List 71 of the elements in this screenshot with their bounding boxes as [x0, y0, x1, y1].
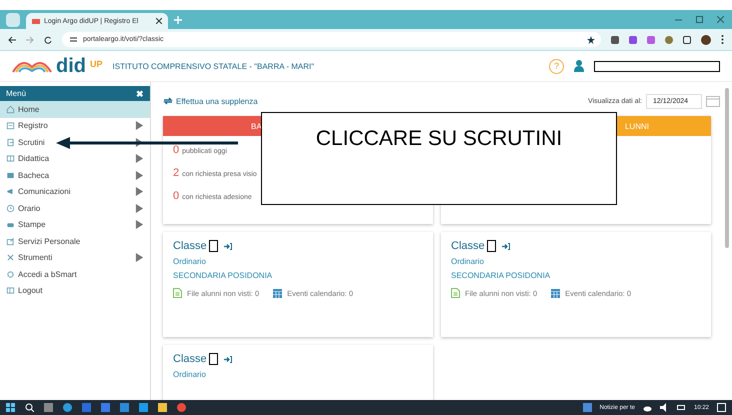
swap-icon: [163, 97, 173, 105]
extension-icon[interactable]: [647, 36, 655, 44]
count: 2: [173, 167, 180, 179]
document-icon: [173, 288, 182, 298]
menu-item[interactable]: Stampe: [0, 216, 150, 233]
windows-start-icon[interactable]: [6, 403, 15, 412]
redaction-box: [208, 240, 218, 252]
calendar-icon: [273, 288, 282, 298]
calendar-icon: [551, 288, 560, 298]
logo-text: did: [56, 54, 86, 78]
count: 0: [173, 144, 180, 156]
close-icon[interactable]: [156, 18, 162, 24]
menu-item[interactable]: Didattica: [0, 150, 150, 167]
clock-icon: [6, 204, 15, 213]
menu-item[interactable]: Servizi Personale: [0, 233, 150, 250]
school-name: ISTITUTO COMPRENSIVO STATALE - "BARRA - MARI": [112, 62, 314, 70]
enter-icon[interactable]: [502, 242, 510, 250]
redaction-box: [208, 353, 218, 365]
menu-title: Menù: [6, 89, 26, 98]
star-icon[interactable]: [587, 36, 595, 44]
extension-icon[interactable]: [611, 36, 619, 44]
menu-item[interactable]: Orario: [0, 200, 150, 216]
book-icon: [6, 154, 15, 164]
annotation-callout: CLICCARE SU SCRUTINI: [261, 112, 617, 205]
close-button[interactable]: ✖: [136, 88, 144, 98]
reload-icon[interactable]: [44, 36, 52, 44]
megaphone-icon: [6, 187, 15, 196]
tools-icon: [6, 253, 15, 262]
menu-icon[interactable]: [721, 35, 724, 44]
scrollbar[interactable]: [725, 88, 729, 248]
extension-icon[interactable]: [665, 36, 673, 44]
class-type: Ordinario: [173, 257, 207, 266]
school-section: SECONDARIA POSIDONIA: [451, 271, 701, 280]
class-type: Ordinario: [451, 257, 485, 266]
redaction-box: [486, 240, 496, 252]
favicon-icon: [32, 18, 40, 24]
share-icon: [6, 236, 15, 246]
class-title[interactable]: Classe: [451, 240, 485, 252]
school-section: SECONDARIA POSIDONIA: [173, 271, 423, 280]
site-info-icon[interactable]: [70, 36, 77, 43]
menu-item[interactable]: Bacheca: [0, 167, 150, 184]
extension-icon[interactable]: [629, 36, 637, 44]
taskbar-app-icon[interactable]: [63, 403, 72, 412]
menu-item[interactable]: Accedi a bSmart: [0, 266, 150, 282]
speaker-icon[interactable]: [660, 403, 669, 412]
rainbow-logo-icon: [12, 60, 52, 72]
menu-item[interactable]: Strumenti: [0, 250, 150, 266]
count: 0: [173, 190, 180, 202]
home-icon: [6, 104, 15, 114]
back-icon[interactable]: [8, 36, 16, 44]
enter-icon[interactable]: [224, 356, 232, 362]
substitution-link[interactable]: Effettua una supplenza: [163, 96, 258, 106]
menu-item[interactable]: Logout: [0, 282, 150, 299]
logo-superscript: UP: [90, 58, 103, 68]
menu-item[interactable]: Home: [0, 101, 150, 118]
search-icon[interactable]: [25, 403, 34, 412]
menu-item[interactable]: Comunicazioni: [0, 184, 150, 200]
battery-icon[interactable]: [676, 403, 686, 412]
restore-icon[interactable]: [696, 16, 703, 23]
profile-avatar[interactable]: [701, 34, 711, 44]
door-icon: [6, 138, 15, 147]
class-type: Ordinario: [173, 370, 207, 379]
extensions-icon[interactable]: [683, 36, 691, 44]
class-title[interactable]: Classe: [173, 240, 207, 252]
document-icon: [451, 288, 460, 298]
user-icon: [574, 60, 584, 72]
menu-item[interactable]: Registro: [0, 118, 150, 134]
enter-icon[interactable]: [224, 242, 232, 250]
calendar-icon: [6, 121, 15, 130]
notification-icon[interactable]: [717, 403, 726, 412]
class-title[interactable]: Classe: [173, 353, 207, 365]
